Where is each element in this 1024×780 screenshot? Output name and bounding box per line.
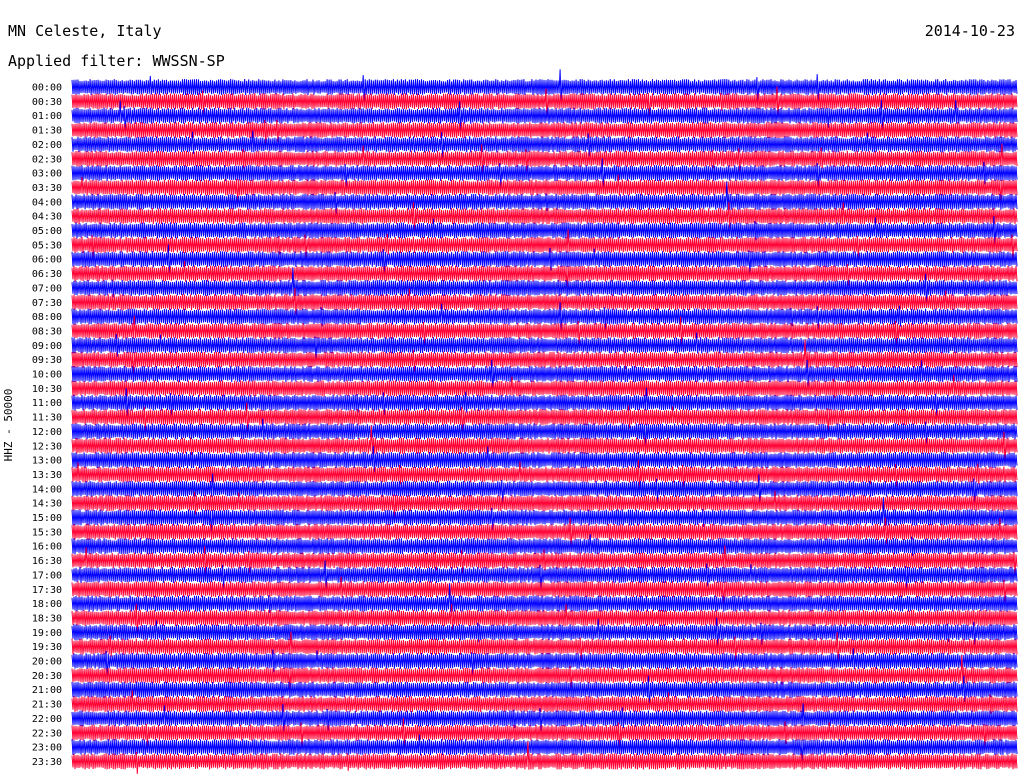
row-label: 22:00 (32, 714, 62, 725)
row-label: 13:00 (32, 456, 62, 467)
row-label: 01:00 (32, 111, 62, 122)
row-label: 10:00 (32, 370, 62, 381)
row-label: 06:30 (32, 269, 62, 280)
row-label: 04:00 (32, 197, 62, 208)
row-label: 11:30 (32, 413, 62, 424)
row-label: 05:00 (32, 226, 62, 237)
row-label: 10:30 (32, 384, 62, 395)
y-axis-label: HHZ - 50000 (2, 389, 15, 462)
row-label: 23:30 (32, 757, 62, 768)
row-label: 01:30 (32, 126, 62, 137)
row-label: 13:30 (32, 470, 62, 481)
row-label: 20:00 (32, 657, 62, 668)
row-label: 07:30 (32, 298, 62, 309)
row-label: 09:30 (32, 355, 62, 366)
row-label: 21:30 (32, 700, 62, 711)
row-label: 00:00 (32, 83, 62, 94)
row-label: 08:30 (32, 326, 62, 337)
row-label: 15:00 (32, 513, 62, 524)
row-label: 19:30 (32, 642, 62, 653)
row-label: 17:30 (32, 585, 62, 596)
row-label: 14:30 (32, 499, 62, 510)
row-label: 23:00 (32, 743, 62, 754)
row-label: 15:30 (32, 527, 62, 538)
row-label: 14:00 (32, 484, 62, 495)
row-label: 16:30 (32, 556, 62, 567)
row-label: 19:00 (32, 628, 62, 639)
row-label: 07:00 (32, 283, 62, 294)
row-label: 02:00 (32, 140, 62, 151)
row-label: 08:00 (32, 312, 62, 323)
row-label: 22:30 (32, 728, 62, 739)
row-label: 09:00 (32, 341, 62, 352)
row-label: 20:30 (32, 671, 62, 682)
row-label: 00:30 (32, 97, 62, 108)
row-label: 21:00 (32, 685, 62, 696)
helicorder-plot: 00:00 00:30 01:00 01:30 02:00 02:30 03:00 03:30… (2, 69, 1018, 774)
row-label: 04:30 (32, 212, 62, 223)
row-label: 05:30 (32, 240, 62, 251)
row-label: 06:00 (32, 255, 62, 266)
row-label: 16:00 (32, 542, 62, 553)
row-label: 11:00 (32, 398, 62, 409)
row-label: 18:30 (32, 613, 62, 624)
row-label: 18:00 (32, 599, 62, 610)
row-label: 12:00 (32, 427, 62, 438)
row-label: 03:00 (32, 169, 62, 180)
row-label: 03:30 (32, 183, 62, 194)
row-label: 17:00 (32, 570, 62, 581)
row-label: 02:30 (32, 154, 62, 165)
row-label: 12:30 (32, 441, 62, 452)
